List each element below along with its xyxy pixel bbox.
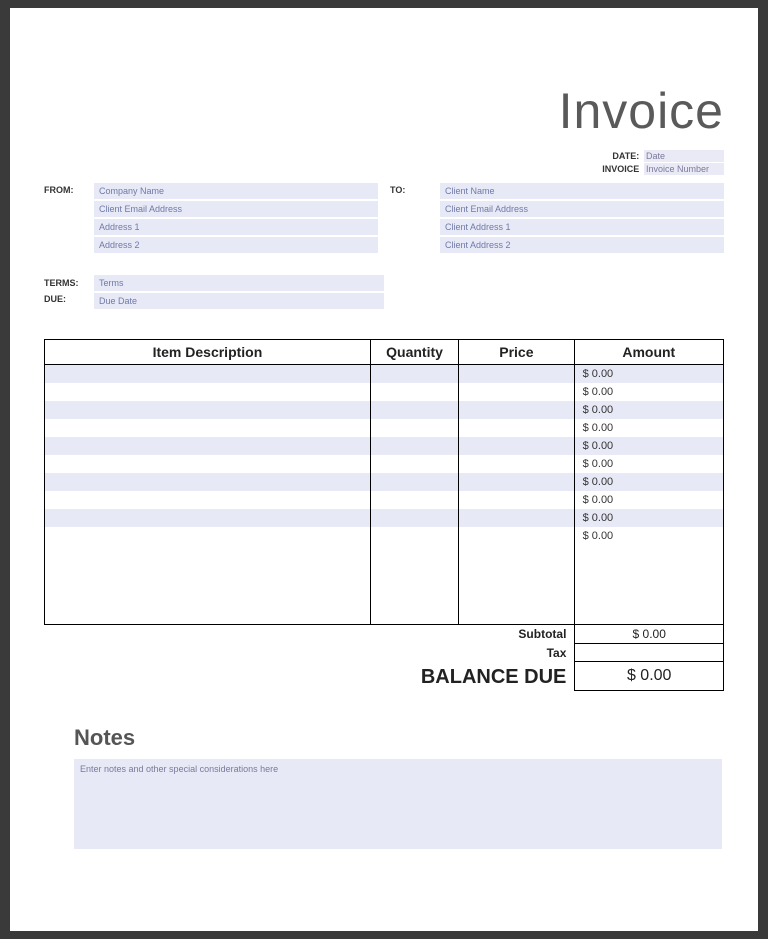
cell-description[interactable]	[45, 437, 371, 455]
cell-quantity[interactable]	[370, 491, 458, 509]
cell-amount: $ 0.00	[574, 401, 723, 419]
cell-description[interactable]	[45, 455, 371, 473]
table-row: $ 0.00	[45, 437, 724, 455]
to-label: TO:	[390, 183, 440, 255]
cell-description[interactable]	[45, 491, 371, 509]
col-price: Price	[459, 340, 574, 365]
cell-amount: $ 0.00	[574, 419, 723, 437]
from-label: FROM:	[44, 183, 94, 255]
cell-quantity[interactable]	[370, 509, 458, 527]
invoice-meta: DATE: Date INVOICE Invoice Number	[44, 150, 724, 175]
cell-amount: $ 0.00	[574, 509, 723, 527]
cell-amount: $ 0.00	[574, 473, 723, 491]
invoice-page: Invoice DATE: Date INVOICE Invoice Numbe…	[10, 8, 758, 931]
col-quantity: Quantity	[370, 340, 458, 365]
tax-label: Tax	[539, 644, 575, 662]
to-name-field[interactable]: Client Name	[440, 183, 724, 199]
col-description: Item Description	[45, 340, 371, 365]
cell-price[interactable]	[459, 491, 574, 509]
cell-quantity[interactable]	[370, 401, 458, 419]
cell-amount: $ 0.00	[574, 455, 723, 473]
cell-description[interactable]	[45, 419, 371, 437]
invoice-number-field[interactable]: Invoice Number	[644, 163, 724, 175]
table-pad	[45, 545, 724, 625]
terms-label: TERMS:	[44, 275, 94, 291]
notes-field[interactable]: Enter notes and other special considerat…	[74, 759, 722, 849]
cell-quantity[interactable]	[370, 419, 458, 437]
cell-price[interactable]	[459, 455, 574, 473]
to-email-field[interactable]: Client Email Address	[440, 201, 724, 217]
cell-quantity[interactable]	[370, 455, 458, 473]
table-row: $ 0.00	[45, 473, 724, 491]
cell-amount: $ 0.00	[574, 383, 723, 401]
to-address2-field[interactable]: Client Address 2	[440, 237, 724, 253]
table-row: $ 0.00	[45, 491, 724, 509]
from-block: FROM: Company Name Client Email Address …	[44, 183, 378, 255]
cell-price[interactable]	[459, 473, 574, 491]
cell-amount: $ 0.00	[574, 527, 723, 545]
cell-price[interactable]	[459, 365, 574, 383]
table-row: $ 0.00	[45, 383, 724, 401]
tax-value[interactable]	[574, 644, 724, 662]
cell-quantity[interactable]	[370, 473, 458, 491]
due-label: DUE:	[44, 291, 94, 307]
items-table: Item Description Quantity Price Amount $…	[44, 339, 724, 625]
table-row: $ 0.00	[45, 527, 724, 545]
cell-amount: $ 0.00	[574, 365, 723, 383]
cell-quantity[interactable]	[370, 527, 458, 545]
cell-description[interactable]	[45, 365, 371, 383]
to-address1-field[interactable]: Client Address 1	[440, 219, 724, 235]
date-label: DATE:	[612, 151, 639, 161]
invoice-number-label: INVOICE	[602, 164, 639, 174]
table-row: $ 0.00	[45, 365, 724, 383]
cell-description[interactable]	[45, 401, 371, 419]
cell-price[interactable]	[459, 527, 574, 545]
from-address2-field[interactable]: Address 2	[94, 237, 378, 253]
invoice-title: Invoice	[44, 82, 724, 140]
due-field[interactable]: Due Date	[94, 293, 384, 309]
to-block: TO: Client Name Client Email Address Cli…	[390, 183, 724, 255]
terms-field[interactable]: Terms	[94, 275, 384, 291]
cell-price[interactable]	[459, 419, 574, 437]
cell-price[interactable]	[459, 383, 574, 401]
balance-due-value: $ 0.00	[574, 662, 724, 691]
notes-title: Notes	[74, 725, 724, 751]
from-email-field[interactable]: Client Email Address	[94, 201, 378, 217]
cell-quantity[interactable]	[370, 437, 458, 455]
from-company-field[interactable]: Company Name	[94, 183, 378, 199]
cell-price[interactable]	[459, 509, 574, 527]
col-amount: Amount	[574, 340, 723, 365]
table-row: $ 0.00	[45, 419, 724, 437]
table-row: $ 0.00	[45, 509, 724, 527]
subtotal-label: Subtotal	[510, 625, 574, 644]
cell-amount: $ 0.00	[574, 437, 723, 455]
cell-description[interactable]	[45, 383, 371, 401]
cell-quantity[interactable]	[370, 383, 458, 401]
table-row: $ 0.00	[45, 401, 724, 419]
cell-amount: $ 0.00	[574, 491, 723, 509]
terms-block: TERMS: DUE: Terms Due Date	[44, 275, 384, 311]
cell-description[interactable]	[45, 473, 371, 491]
cell-description[interactable]	[45, 509, 371, 527]
cell-quantity[interactable]	[370, 365, 458, 383]
cell-description[interactable]	[45, 527, 371, 545]
cell-price[interactable]	[459, 401, 574, 419]
cell-price[interactable]	[459, 437, 574, 455]
table-row: $ 0.00	[45, 455, 724, 473]
from-address1-field[interactable]: Address 1	[94, 219, 378, 235]
date-field[interactable]: Date	[644, 150, 724, 162]
subtotal-value: $ 0.00	[574, 625, 724, 644]
balance-due-label: BALANCE DUE	[413, 662, 575, 691]
totals-block: Subtotal $ 0.00 Tax BALANCE DUE $ 0.00	[44, 625, 724, 691]
